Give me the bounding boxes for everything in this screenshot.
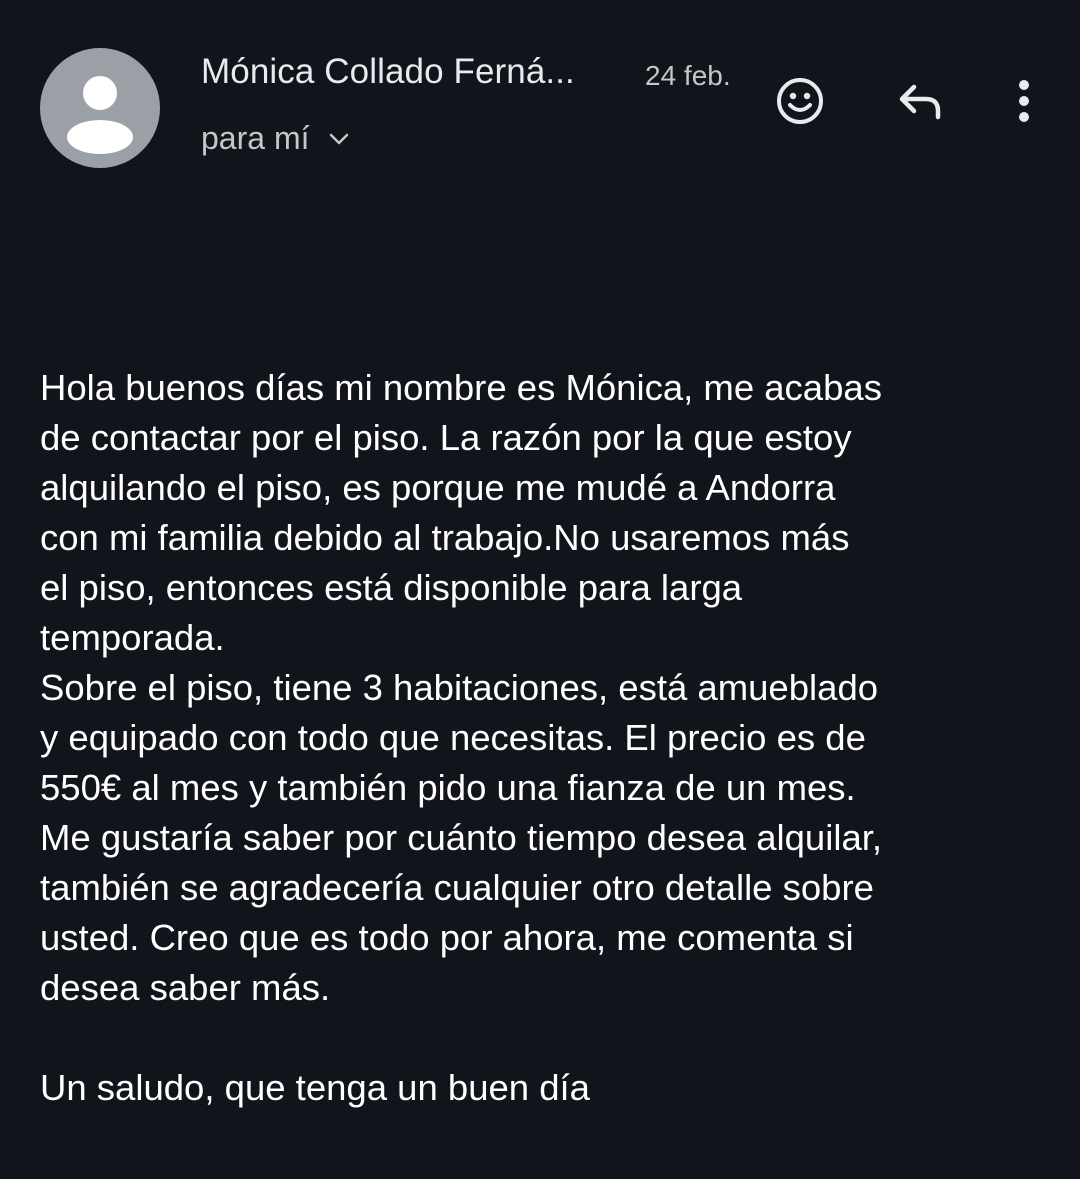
email-date: 24 feb.	[645, 60, 731, 91]
recipient-label: para mí	[201, 120, 310, 156]
smiley-icon	[777, 78, 823, 124]
message-signoff: Un saludo, que tenga un buen día	[40, 1067, 590, 1108]
more-options-button[interactable]	[989, 66, 1059, 136]
chevron-down-icon	[330, 133, 349, 144]
reply-arrow-icon	[899, 84, 941, 120]
message-paragraph-2: Sobre el piso, tiene 3 habitaciones, est…	[40, 667, 883, 1008]
person-icon	[67, 76, 133, 154]
vertical-dots-icon	[1019, 80, 1029, 122]
sender-name[interactable]: Mónica Collado Ferná...	[201, 52, 575, 92]
reply-button[interactable]	[885, 66, 955, 136]
email-header: Mónica Collado Ferná... 24 feb. para mí	[0, 0, 1080, 200]
sender-avatar[interactable]	[40, 48, 160, 168]
recipient-details-toggle[interactable]: para mí	[201, 120, 351, 157]
emoji-reaction-button[interactable]	[765, 66, 835, 136]
message-body: Hola buenos días mi nombre es Mónica, me…	[40, 363, 1040, 1013]
message-paragraph-1: Hola buenos días mi nombre es Mónica, me…	[40, 367, 882, 658]
